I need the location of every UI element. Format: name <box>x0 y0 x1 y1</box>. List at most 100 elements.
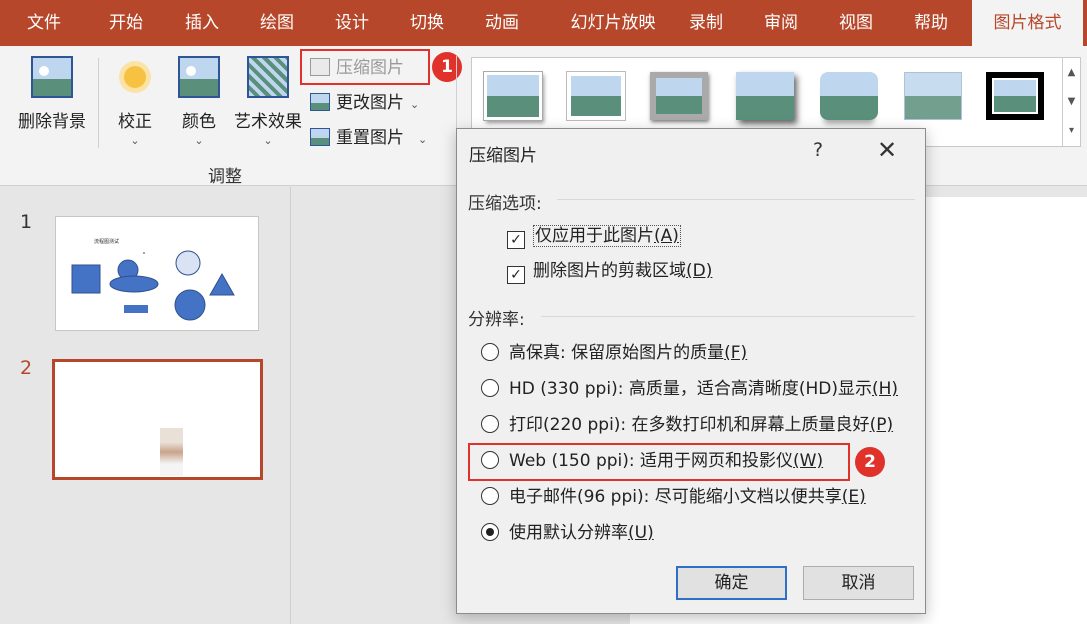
gallery-scrollbar: ▲ ▼ ▾ <box>1062 58 1080 146</box>
sun-icon <box>114 56 156 98</box>
color-icon <box>178 56 220 98</box>
apply-only-checkbox[interactable]: ✓ <box>507 231 525 249</box>
step-badge-1: 1 <box>432 52 462 82</box>
photo-thumbnail <box>160 428 183 476</box>
chevron-down-icon: ⌄ <box>410 98 420 111</box>
radio-row-hd[interactable]: HD (330 ppi): 高质量，适合高清晰度(HD)显示(H) <box>481 376 898 402</box>
corrections-button[interactable]: 校正 ⌄ <box>108 56 162 147</box>
square-shape <box>71 264 101 294</box>
slide-thumbnail-2[interactable] <box>52 359 263 480</box>
light-circle-shape <box>175 250 201 276</box>
resolution-label: 分辨率: <box>468 310 525 330</box>
apply-only-shortcut: (A) <box>654 226 679 246</box>
radio-high-fidelity[interactable] <box>481 343 499 361</box>
highlight-box-compress <box>300 49 430 85</box>
small-rectangle-shape <box>124 305 148 313</box>
tab-help[interactable]: 帮助 <box>891 0 971 46</box>
tab-design[interactable]: 设计 <box>312 0 392 46</box>
picture-style-3[interactable] <box>736 72 794 120</box>
slide-number-1: 1 <box>20 211 33 233</box>
color-button[interactable]: 颜色 ⌄ <box>172 56 226 147</box>
close-icon[interactable]: ✕ <box>877 136 897 164</box>
print-shortcut: (P) <box>869 415 894 435</box>
tab-slideshow[interactable]: 幻灯片放映 <box>552 0 674 46</box>
remove-background-icon <box>31 56 73 98</box>
reset-picture-label: 重置图片 <box>336 128 404 148</box>
radio-row-print[interactable]: 打印(220 ppi): 在多数打印机和屏幕上质量良好(P) <box>481 412 893 438</box>
radio-email[interactable] <box>481 487 499 505</box>
tab-transitions[interactable]: 切换 <box>387 0 467 46</box>
ok-button[interactable]: 确定 <box>676 566 787 600</box>
picture-style-6[interactable] <box>986 72 1044 120</box>
tab-view[interactable]: 视图 <box>816 0 896 46</box>
remove-background-label: 删除背景 <box>18 112 86 132</box>
high-fidelity-text: 高保真: 保留原始图片的质量 <box>509 343 725 363</box>
ribbon-tab-bar: 文件 开始 插入 绘图 设计 切换 动画 幻灯片放映 录制 审阅 视图 帮助 图… <box>0 0 1087 46</box>
group-label-adjust: 调整 <box>208 167 242 187</box>
picture-style-2[interactable] <box>650 72 708 120</box>
apply-only-label: 仅应用于此图片(A) <box>533 225 681 247</box>
print-text: 打印(220 ppi): 在多数打印机和屏幕上质量良好 <box>509 415 870 435</box>
tab-review[interactable]: 审阅 <box>741 0 821 46</box>
radio-print[interactable] <box>481 415 499 433</box>
email-text: 电子邮件(96 ppi): 尽可能缩小文档以便共享 <box>509 487 842 507</box>
large-circle-shape <box>174 289 206 321</box>
dialog-title: 压缩图片 <box>469 146 537 166</box>
dot-shape <box>143 252 145 254</box>
default-text: 使用默认分辨率 <box>509 523 628 543</box>
chevron-down-icon: ⌄ <box>130 134 140 147</box>
radio-row-email[interactable]: 电子邮件(96 ppi): 尽可能缩小文档以便共享(E) <box>481 484 866 510</box>
ellipse-shape <box>109 275 159 293</box>
section-divider <box>557 199 915 200</box>
picture-style-5[interactable] <box>904 72 962 120</box>
change-picture-label: 更改图片 <box>336 93 404 113</box>
tab-insert[interactable]: 插入 <box>162 0 242 46</box>
picture-style-0[interactable] <box>484 72 542 120</box>
ribbon-divider <box>98 58 99 148</box>
chevron-down-icon: ⌄ <box>418 133 428 146</box>
artistic-effects-label: 艺术效果 <box>234 112 302 132</box>
default-shortcut: (U) <box>628 523 654 543</box>
apply-only-checkbox-row[interactable]: ✓ 仅应用于此图片(A) <box>507 223 681 249</box>
compress-options-label: 压缩选项: <box>468 194 542 214</box>
slide-1-title: 流程图测试 <box>94 238 119 245</box>
delete-cropped-checkbox-row[interactable]: ✓ 删除图片的剪裁区域(D) <box>507 258 712 284</box>
picture-style-4[interactable] <box>820 72 878 120</box>
slide-thumbnail-1[interactable]: 流程图测试 <box>55 216 259 331</box>
change-picture-icon <box>310 93 330 111</box>
delete-cropped-checkbox[interactable]: ✓ <box>507 266 525 284</box>
radio-default[interactable] <box>481 523 499 541</box>
compress-pictures-dialog: 压缩图片 ? ✕ 压缩选项: ✓ 仅应用于此图片(A) ✓ 删除图片的剪裁区域(D)… <box>456 128 926 614</box>
tab-record[interactable]: 录制 <box>666 0 746 46</box>
chevron-down-icon: ⌄ <box>263 134 273 147</box>
hd-text: HD (330 ppi): 高质量，适合高清晰度(HD)显示 <box>509 379 872 399</box>
cancel-button[interactable]: 取消 <box>803 566 914 600</box>
picture-style-1[interactable] <box>567 72 625 120</box>
apply-only-text: 仅应用于此图片 <box>535 226 654 246</box>
gallery-scroll-up-icon[interactable]: ▲ <box>1063 58 1080 87</box>
help-button[interactable]: ? <box>813 139 823 161</box>
tab-draw[interactable]: 绘图 <box>237 0 317 46</box>
reset-picture-button[interactable]: 重置图片 ⌄ <box>310 123 427 153</box>
gallery-scroll-down-icon[interactable]: ▼ <box>1063 87 1080 116</box>
artistic-effects-button[interactable]: 艺术效果 ⌄ <box>230 56 306 147</box>
remove-background-button[interactable]: 删除背景 <box>12 56 92 132</box>
change-picture-button[interactable]: 更改图片 ⌄ <box>310 88 419 118</box>
step-badge-2: 2 <box>855 447 885 477</box>
slide-1-shapes: 流程图测试 <box>71 238 235 321</box>
tab-animations[interactable]: 动画 <box>462 0 542 46</box>
tab-home[interactable]: 开始 <box>86 0 166 46</box>
corrections-label: 校正 <box>118 112 152 132</box>
radio-hd[interactable] <box>481 379 499 397</box>
highlight-box-web <box>468 443 850 481</box>
slide-number-2: 2 <box>20 357 33 379</box>
radio-row-default[interactable]: 使用默认分辨率(U) <box>481 520 654 546</box>
delete-cropped-shortcut: (D) <box>686 261 713 281</box>
gallery-more-icon[interactable]: ▾ <box>1063 116 1080 145</box>
radio-row-high-fidelity[interactable]: 高保真: 保留原始图片的质量(F) <box>481 340 747 366</box>
hd-shortcut: (H) <box>871 379 899 399</box>
artistic-effects-icon <box>247 56 289 98</box>
tab-file[interactable]: 文件 <box>4 0 84 46</box>
tab-picture-format[interactable]: 图片格式 <box>972 0 1083 46</box>
high-fidelity-shortcut: (F) <box>724 343 748 363</box>
